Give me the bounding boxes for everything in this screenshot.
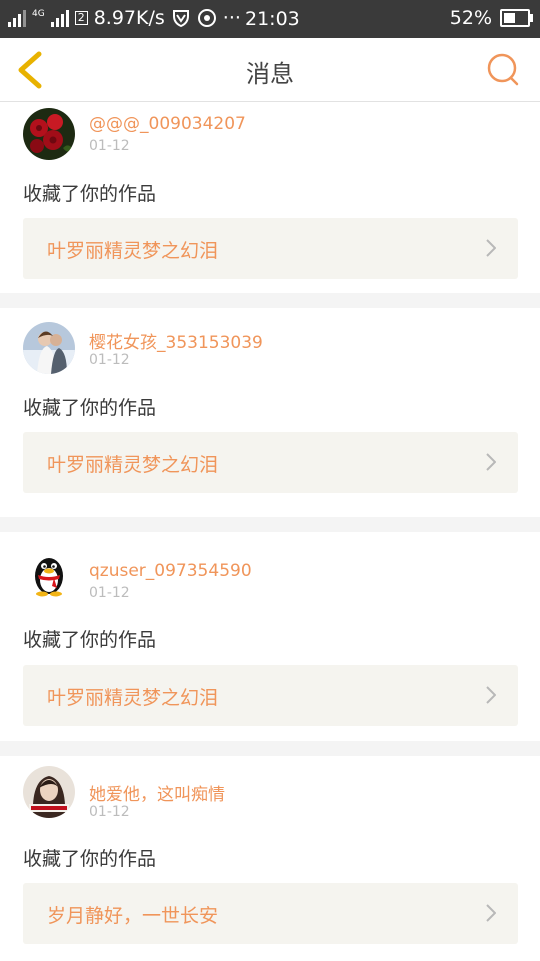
work-title: 叶罗丽精灵梦之幻泪 xyxy=(47,687,219,709)
network-speed: 8.97K/s xyxy=(93,7,165,29)
network-type-label: 4G xyxy=(32,9,45,19)
signal-1-icon xyxy=(8,9,26,27)
chevron-right-icon xyxy=(486,686,496,704)
avatar[interactable] xyxy=(23,108,75,160)
work-title: 叶罗丽精灵梦之幻泪 xyxy=(47,240,219,262)
message-date: 01-12 xyxy=(89,138,130,154)
status-bar: 4G 2 8.97K/s ··· 21:03 52% xyxy=(0,0,540,38)
eye-care-icon xyxy=(197,9,216,27)
username-link[interactable]: @@@_009034207 xyxy=(89,114,246,134)
clock: 21:03 xyxy=(245,8,300,30)
username-link[interactable]: 她爱他，这叫痴情 xyxy=(89,780,225,805)
message-card: 樱花女孩_353153039 01-12 收藏了你的作品 叶罗丽精灵梦之幻泪 xyxy=(0,293,540,517)
work-link[interactable]: 叶罗丽精灵梦之幻泪 xyxy=(23,665,518,726)
message-date: 01-12 xyxy=(89,352,130,368)
penguin-picture xyxy=(23,546,75,598)
action-text: 收藏了你的作品 xyxy=(23,629,157,651)
message-list: @@@_009034207 01-12 收藏了你的作品 叶罗丽精灵梦之幻泪 樱花… xyxy=(0,102,540,961)
message-card: @@@_009034207 01-12 收藏了你的作品 叶罗丽精灵梦之幻泪 xyxy=(0,102,540,293)
battery-fill xyxy=(504,13,516,23)
shield-icon xyxy=(172,10,189,28)
action-text: 收藏了你的作品 xyxy=(23,183,157,205)
work-link[interactable]: 叶罗丽精灵梦之幻泪 xyxy=(23,432,518,493)
work-link[interactable]: 叶罗丽精灵梦之幻泪 xyxy=(23,218,518,279)
battery-percent: 52% xyxy=(449,7,492,29)
work-link[interactable]: 岁月静好，一世长安 xyxy=(23,883,518,944)
sim-label: 2 xyxy=(74,11,88,25)
signal-2-icon xyxy=(50,9,69,27)
work-title: 岁月静好，一世长安 xyxy=(47,905,219,927)
chevron-right-icon xyxy=(486,239,496,257)
battery-icon xyxy=(500,9,533,27)
status-left: 4G 2 8.97K/s ··· xyxy=(8,7,241,29)
action-text: 收藏了你的作品 xyxy=(23,397,157,419)
overflow-icon: ··· xyxy=(222,7,241,29)
message-card: 她爱他，这叫痴情 01-12 收藏了你的作品 岁月静好，一世长安 xyxy=(0,741,540,961)
message-date: 01-12 xyxy=(89,585,130,601)
search-icon[interactable] xyxy=(486,52,520,86)
avatar[interactable] xyxy=(23,766,75,818)
avatar[interactable] xyxy=(23,546,75,598)
page-title: 消息 xyxy=(246,60,294,88)
navigation-bar: 消息 xyxy=(0,38,540,102)
username-link[interactable]: 樱花女孩_353153039 xyxy=(89,328,263,353)
message-card: qzuser_097354590 01-12 收藏了你的作品 叶罗丽精灵梦之幻泪 xyxy=(0,517,540,741)
roses-picture xyxy=(23,108,75,160)
chevron-right-icon xyxy=(486,453,496,471)
chevron-right-icon xyxy=(486,904,496,922)
message-date: 01-12 xyxy=(89,804,130,820)
girl-picture xyxy=(23,766,75,818)
avatar[interactable] xyxy=(23,322,75,374)
work-title: 叶罗丽精灵梦之幻泪 xyxy=(47,454,219,476)
username-link[interactable]: qzuser_097354590 xyxy=(89,561,252,581)
couple-picture xyxy=(23,322,75,374)
status-right: 52% xyxy=(449,7,533,29)
action-text: 收藏了你的作品 xyxy=(23,848,157,870)
